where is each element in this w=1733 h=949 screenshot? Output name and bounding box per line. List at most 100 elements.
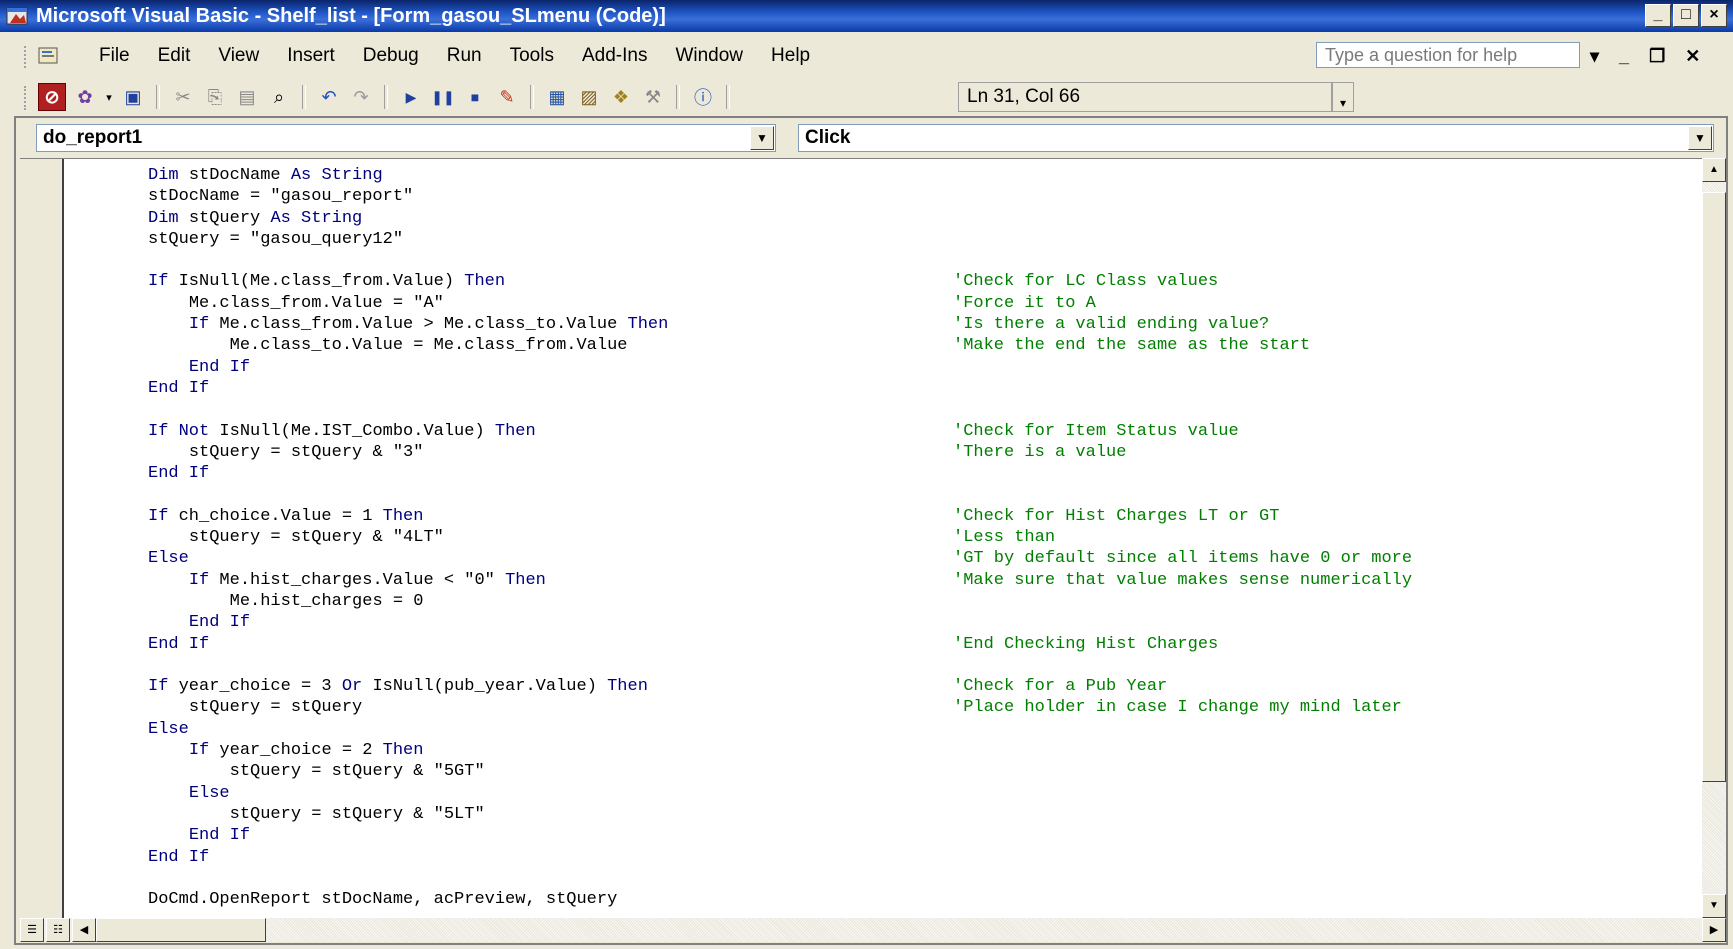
procedure-combo-value: Click — [805, 127, 851, 148]
code-line[interactable] — [148, 250, 668, 271]
code-token: stQuery = stQuery & "4LT" — [188, 528, 444, 548]
code-keyword: If — [188, 570, 220, 590]
cut-icon[interactable]: ✂ — [170, 84, 196, 110]
menu-item-file[interactable]: File — [85, 36, 144, 76]
code-window: do_report1 ▼ Click ▼ Dim stDocName As St… — [14, 116, 1728, 945]
chevron-down-icon[interactable]: ▼ — [1688, 126, 1712, 150]
document-icon[interactable] — [36, 45, 62, 67]
procedure-combo[interactable]: Click ▼ — [798, 124, 1714, 152]
chevron-down-icon[interactable]: ▼ — [750, 126, 774, 150]
menu-item-insert[interactable]: Insert — [273, 36, 349, 76]
object-combo[interactable]: do_report1 ▼ — [36, 124, 776, 152]
menu-item-view[interactable]: View — [204, 36, 273, 76]
properties-window-icon[interactable]: ▨ — [576, 84, 602, 110]
code-line[interactable]: stQuery = "gasou_query12" — [148, 229, 668, 250]
horizontal-scroll-thumb[interactable] — [96, 918, 266, 942]
child-minimize-button[interactable]: _ — [1619, 36, 1629, 76]
menu-item-add-ins[interactable]: Add-Ins — [568, 36, 661, 76]
menu-item-debug[interactable]: Debug — [349, 36, 433, 76]
code-line[interactable]: Me.class_from.Value = "A" 'Force it to A — [148, 293, 1096, 314]
code-line[interactable]: End If — [148, 612, 668, 633]
scroll-down-icon[interactable]: ▼ — [1702, 894, 1726, 918]
toolbox-icon[interactable]: ⚒ — [640, 84, 666, 110]
reset-icon[interactable]: ■ — [462, 84, 488, 110]
help-dropdown-icon[interactable]: ▾ — [1590, 36, 1599, 76]
code-line[interactable]: stQuery = stQuery & "3" 'There is a value — [148, 442, 1127, 463]
design-mode-icon[interactable]: ✎ — [494, 84, 520, 110]
code-line[interactable]: If Not IsNull(Me.IST_Combo.Value) Then 'C… — [148, 421, 1239, 442]
restore-button[interactable]: □ — [1673, 4, 1699, 27]
code-line[interactable]: End If 'End Checking Hist Charges — [148, 634, 1218, 655]
menu-item-edit[interactable]: Edit — [144, 36, 205, 76]
code-line[interactable]: End If — [148, 378, 668, 399]
full-module-view-icon[interactable]: ☷ — [46, 918, 70, 942]
code-line[interactable]: Dim stQuery As String — [148, 208, 668, 229]
code-line[interactable]: Dim stDocName As String — [148, 165, 668, 186]
vertical-scrollbar[interactable]: ▲ ▼ — [1702, 158, 1726, 918]
code-line[interactable] — [148, 868, 668, 889]
procedure-view-icon[interactable]: ☰ — [20, 918, 44, 942]
help-icon[interactable]: ⓘ — [690, 84, 716, 110]
menu-item-run[interactable]: Run — [433, 36, 496, 76]
code-line[interactable]: Else — [148, 783, 668, 804]
toolbar-grip[interactable] — [24, 86, 30, 110]
menu-item-help[interactable]: Help — [757, 36, 824, 76]
help-question-input[interactable]: Type a question for help — [1316, 42, 1580, 68]
code-line[interactable]: stQuery = stQuery & "5LT" — [148, 804, 668, 825]
scroll-left-icon[interactable]: ◀ — [72, 918, 96, 942]
code-line[interactable]: DoCmd.OpenReport stDocName, acPreview, s… — [148, 889, 668, 910]
scroll-thumb[interactable] — [1702, 192, 1726, 782]
code-line[interactable]: If Me.hist_charges.Value < "0" Then 'Make… — [148, 570, 1412, 591]
copy-icon[interactable]: ⎘ — [202, 84, 228, 110]
code-line[interactable]: End If — [148, 825, 668, 846]
code-line[interactable]: Else — [148, 719, 668, 740]
scroll-up-icon[interactable]: ▲ — [1702, 158, 1726, 182]
menu-item-tools[interactable]: Tools — [496, 36, 568, 76]
toolbar-options-icon[interactable]: ▾ — [1332, 82, 1354, 112]
code-editor[interactable]: Dim stDocName As String stDocName = "gaso… — [20, 158, 1702, 919]
run-icon[interactable]: ▶ — [398, 84, 424, 110]
menu-item-window[interactable]: Window — [661, 36, 757, 76]
code-line[interactable]: If Me.class_from.Value > Me.class_to.Val… — [148, 314, 1269, 335]
code-text[interactable]: Dim stDocName As String stDocName = "gaso… — [148, 165, 1412, 910]
code-line[interactable]: stQuery = stQuery & "5GT" — [148, 761, 668, 782]
insert-module-icon[interactable]: ✿ — [72, 84, 98, 110]
undo-icon[interactable]: ↶ — [316, 84, 342, 110]
save-icon[interactable]: ▣ — [120, 84, 146, 110]
code-line[interactable]: End If — [148, 847, 668, 868]
close-button[interactable]: × — [1701, 4, 1727, 27]
code-line[interactable]: Me.class_to.Value = Me.class_from.Value '… — [148, 335, 1310, 356]
code-line[interactable]: stQuery = stQuery & "4LT" 'Less than — [148, 527, 1055, 548]
minimize-button[interactable]: _ — [1645, 4, 1671, 27]
code-line[interactable]: stQuery = stQuery 'Place holder in case I… — [148, 697, 1402, 718]
child-close-button[interactable]: ✕ — [1685, 36, 1700, 76]
code-line[interactable]: Me.hist_charges = 0 — [148, 591, 668, 612]
code-line[interactable] — [148, 655, 668, 676]
code-line[interactable]: End If — [148, 357, 668, 378]
code-line[interactable] — [148, 399, 668, 420]
object-browser-icon[interactable]: ❖ — [608, 84, 634, 110]
menubar-grip[interactable] — [24, 46, 30, 68]
code-line[interactable] — [148, 484, 668, 505]
code-line[interactable]: If ch_choice.Value = 1 Then 'Check for Hi… — [148, 506, 1279, 527]
find-icon[interactable]: ⌕ — [266, 84, 292, 110]
project-explorer-icon[interactable]: ▦ — [544, 84, 570, 110]
code-line[interactable]: If IsNull(Me.class_from.Value) Then 'Chec… — [148, 271, 1218, 292]
code-line[interactable]: If year_choice = 2 Then — [148, 740, 668, 761]
code-line[interactable]: Else 'GT by default since all items have … — [148, 548, 1412, 569]
margin-indicator-bar[interactable] — [20, 159, 64, 919]
redo-icon[interactable]: ↷ — [348, 84, 374, 110]
title-bar[interactable]: Microsoft Visual Basic - Shelf_list - [F… — [0, 0, 1733, 32]
code-line[interactable]: End If — [148, 463, 668, 484]
scroll-right-icon[interactable]: ▶ — [1702, 918, 1726, 942]
break-icon[interactable]: ❚❚ — [430, 84, 456, 110]
horizontal-scrollbar[interactable]: ☰ ☷ ◀ ▶ — [20, 918, 1726, 942]
paste-icon[interactable]: ▤ — [234, 84, 260, 110]
code-keyword: End If — [148, 847, 210, 867]
insert-dropdown-icon[interactable]: ▾ — [104, 84, 114, 110]
code-line[interactable]: stDocName = "gasou_report" — [148, 186, 668, 207]
child-restore-button[interactable]: ❐ — [1649, 36, 1665, 76]
code-line[interactable]: If year_choice = 3 Or IsNull(pub_year.Va… — [148, 676, 1167, 697]
access-view-icon[interactable]: ⊘ — [38, 83, 66, 111]
